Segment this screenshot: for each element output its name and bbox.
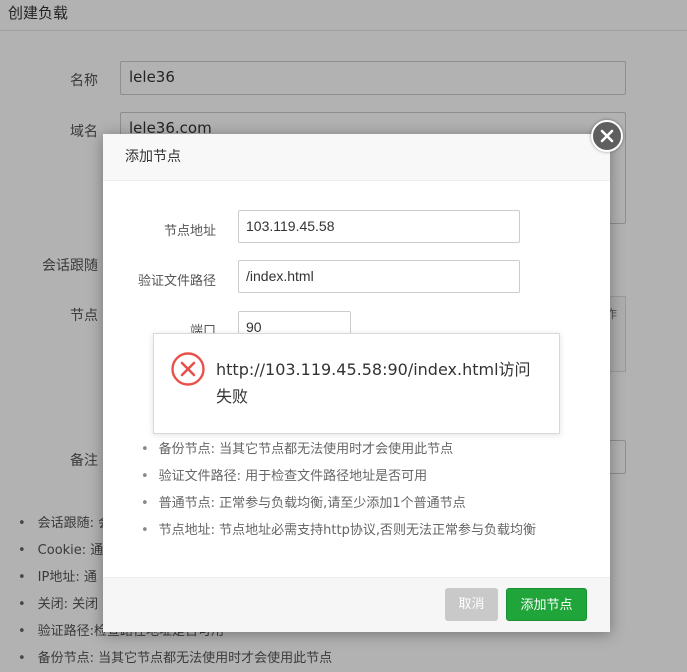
path-input[interactable]: /index.html [238,260,520,293]
cancel-button[interactable]: 取消 [445,588,498,621]
path-label: 验证文件路径 [137,274,216,289]
dialog-tips-list: 备份节点: 当其它节点都无法使用时才会使用此节点 验证文件路径: 用于检查文件路… [141,436,536,544]
close-icon [600,129,614,143]
list-item: 节点地址: 节点地址必需支持http协议,否则无法正常参与负载均衡 [141,517,536,544]
dialog-title: 添加节点 [103,134,610,181]
address-label: 节点地址 [163,224,216,239]
add-node-button[interactable]: 添加节点 [506,588,587,621]
error-circle-icon [171,352,205,386]
address-input[interactable]: 103.119.45.58 [238,210,520,243]
dialog-footer: 取消 添加节点 [103,577,610,632]
error-message-toast: http://103.119.45.58:90/index.html访问失败 [153,333,560,434]
close-button[interactable] [591,120,623,152]
list-item: 验证文件路径: 用于检查文件路径地址是否可用 [141,463,536,490]
list-item: 普通节点: 正常参与负载均衡,请至少添加1个普通节点 [141,490,536,517]
error-message-text: http://103.119.45.58:90/index.html访问失败 [216,360,531,406]
list-item: 备份节点: 当其它节点都无法使用时才会使用此节点 [141,436,536,463]
